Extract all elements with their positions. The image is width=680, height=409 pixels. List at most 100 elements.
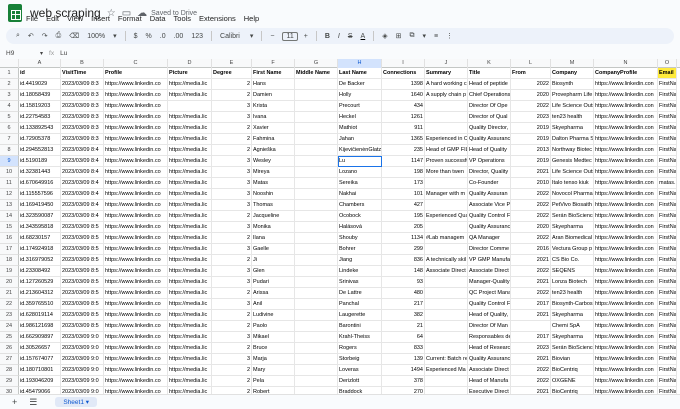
table-cell[interactable]: Manager-Quality bbox=[468, 277, 511, 288]
search-menus-icon[interactable]: ⌕ bbox=[16, 32, 20, 40]
table-cell[interactable]: Ji bbox=[252, 255, 295, 266]
table-cell[interactable]: 3 bbox=[212, 167, 252, 178]
table-cell[interactable]: https://media.lic bbox=[168, 288, 212, 299]
table-cell[interactable]: https://www.linkedin.co bbox=[104, 266, 168, 277]
table-cell[interactable]: FirstNa bbox=[658, 266, 677, 277]
table-cell[interactable]: More than twen bbox=[425, 167, 468, 178]
table-cell[interactable]: VP GMP Manufa bbox=[468, 255, 511, 266]
table-cell[interactable]: FirstNa bbox=[658, 211, 677, 222]
table-cell[interactable] bbox=[295, 277, 338, 288]
table-cell[interactable]: https://www.linkedin.co bbox=[104, 222, 168, 233]
table-cell[interactable]: 195 bbox=[382, 211, 425, 222]
table-cell[interactable]: id.115557596 bbox=[19, 189, 61, 200]
table-cell[interactable]: https://www.linkedin.con bbox=[594, 299, 658, 310]
table-cell[interactable] bbox=[425, 178, 468, 189]
row-header[interactable]: 5 bbox=[0, 112, 19, 123]
table-cell[interactable]: https://media.lic bbox=[168, 222, 212, 233]
table-cell[interactable] bbox=[295, 156, 338, 167]
table-cell[interactable]: 2 bbox=[212, 233, 252, 244]
column-header-a[interactable]: A bbox=[19, 59, 61, 68]
table-cell[interactable]: Ludivine bbox=[252, 310, 295, 321]
column-header-g[interactable]: G bbox=[295, 59, 338, 68]
table-cell[interactable]: https://www.linkedin.con bbox=[594, 277, 658, 288]
table-cell[interactable]: https://media.lic bbox=[168, 112, 212, 123]
table-cell[interactable]: Xavier bbox=[252, 123, 295, 134]
table-cell[interactable]: id.23308492 bbox=[19, 266, 61, 277]
menu-help[interactable]: Help bbox=[244, 14, 259, 26]
table-cell[interactable]: 2022 bbox=[511, 365, 551, 376]
table-cell[interactable]: id.18058439 bbox=[19, 90, 61, 101]
table-cell[interactable]: https://media.lic bbox=[168, 90, 212, 101]
table-cell[interactable]: 2023/03/09 8:5 bbox=[61, 266, 104, 277]
table-cell[interactable]: id.30526657 bbox=[19, 343, 61, 354]
table-cell[interactable] bbox=[425, 244, 468, 255]
header-cell[interactable]: Middle Name bbox=[295, 68, 338, 79]
table-cell[interactable]: 2017 bbox=[511, 299, 551, 310]
table-cell[interactable]: 2023/03/09 8:4 bbox=[61, 178, 104, 189]
table-cell[interactable]: Storbeig bbox=[338, 354, 382, 365]
table-cell[interactable]: FirstNa bbox=[658, 145, 677, 156]
table-cell[interactable] bbox=[425, 277, 468, 288]
table-cell[interactable]: ten23 health bbox=[551, 288, 594, 299]
table-cell[interactable]: De Lattre bbox=[338, 288, 382, 299]
table-cell[interactable]: https://www.linkedin.co bbox=[104, 167, 168, 178]
table-cell[interactable]: 2 bbox=[212, 79, 252, 90]
table-cell[interactable]: https://www.linkedin.co bbox=[104, 123, 168, 134]
table-cell[interactable] bbox=[425, 321, 468, 332]
menu-edit[interactable]: Edit bbox=[46, 14, 59, 26]
table-cell[interactable]: Life Science Outs bbox=[551, 101, 594, 112]
table-cell[interactable]: Krista bbox=[252, 101, 295, 112]
table-cell[interactable]: Experienced Qua bbox=[425, 211, 468, 222]
table-cell[interactable]: https://www.linkedin.co bbox=[104, 211, 168, 222]
table-cell[interactable]: Lu bbox=[338, 156, 382, 167]
table-cell[interactable]: 2023/03/09 8:3 bbox=[61, 79, 104, 90]
table-cell[interactable]: 427 bbox=[382, 200, 425, 211]
table-cell[interactable]: https://www.linkedin.co bbox=[104, 321, 168, 332]
table-cell[interactable]: https://www.linkedin.con bbox=[594, 167, 658, 178]
table-cell[interactable]: https://media.lic bbox=[168, 376, 212, 387]
table-cell[interactable]: 139 bbox=[382, 354, 425, 365]
row-header[interactable]: 28 bbox=[0, 365, 19, 376]
row-header[interactable]: 6 bbox=[0, 123, 19, 134]
strikethrough-button[interactable]: S bbox=[348, 33, 353, 40]
table-cell[interactable]: id.72905378 bbox=[19, 134, 61, 145]
table-cell[interactable]: 3 bbox=[212, 299, 252, 310]
table-cell[interactable]: https://www.linkedin.co bbox=[104, 376, 168, 387]
table-cell[interactable]: Director Of Man bbox=[468, 321, 511, 332]
table-cell[interactable]: BioCentriq bbox=[551, 387, 594, 394]
table-cell[interactable] bbox=[425, 376, 468, 387]
table-cell[interactable]: Lonza Biotech bbox=[551, 277, 594, 288]
header-cell[interactable]: Title bbox=[468, 68, 511, 79]
table-cell[interactable]: FirstNa bbox=[658, 277, 677, 288]
table-cell[interactable]: https://www.linkedin.co bbox=[104, 233, 168, 244]
table-cell[interactable]: 2023 bbox=[511, 112, 551, 123]
table-cell[interactable]: Mireya bbox=[252, 167, 295, 178]
row-header[interactable]: 22 bbox=[0, 299, 19, 310]
zoom-select[interactable]: 100% bbox=[87, 33, 105, 40]
table-cell[interactable]: Associate Direct bbox=[425, 266, 468, 277]
table-cell[interactable]: Ilana bbox=[252, 233, 295, 244]
table-cell[interactable]: 2023/03/09 8:5 bbox=[61, 288, 104, 299]
table-cell[interactable] bbox=[425, 343, 468, 354]
menu-icon[interactable]: ☰ bbox=[29, 397, 37, 408]
menu-format[interactable]: Format bbox=[118, 14, 142, 26]
table-cell[interactable]: 1261 bbox=[382, 112, 425, 123]
table-cell[interactable]: Sereika bbox=[338, 178, 382, 189]
table-cell[interactable]: Quality Assuran bbox=[468, 189, 511, 200]
table-cell[interactable] bbox=[295, 90, 338, 101]
table-cell[interactable]: 2023/03/09 8:4 bbox=[61, 167, 104, 178]
table-cell[interactable]: https://www.linkedin.con bbox=[594, 288, 658, 299]
formula-input[interactable]: Lu bbox=[60, 50, 67, 57]
table-cell[interactable] bbox=[295, 101, 338, 112]
header-cell[interactable]: Connections bbox=[382, 68, 425, 79]
table-cell[interactable]: https://media.lic bbox=[168, 387, 212, 394]
table-cell[interactable]: https://www.linkedin.co bbox=[104, 101, 168, 112]
header-cell[interactable]: Degree bbox=[212, 68, 252, 79]
table-cell[interactable]: https://www.linkedin.con bbox=[594, 145, 658, 156]
table-cell[interactable]: Halásová bbox=[338, 222, 382, 233]
fill-color-icon[interactable]: ◈ bbox=[382, 32, 387, 40]
table-cell[interactable]: FirstNa bbox=[658, 123, 677, 134]
table-cell[interactable]: 2020 bbox=[511, 222, 551, 233]
table-cell[interactable]: 3 bbox=[212, 112, 252, 123]
table-cell[interactable]: Life Science Outs bbox=[551, 167, 594, 178]
